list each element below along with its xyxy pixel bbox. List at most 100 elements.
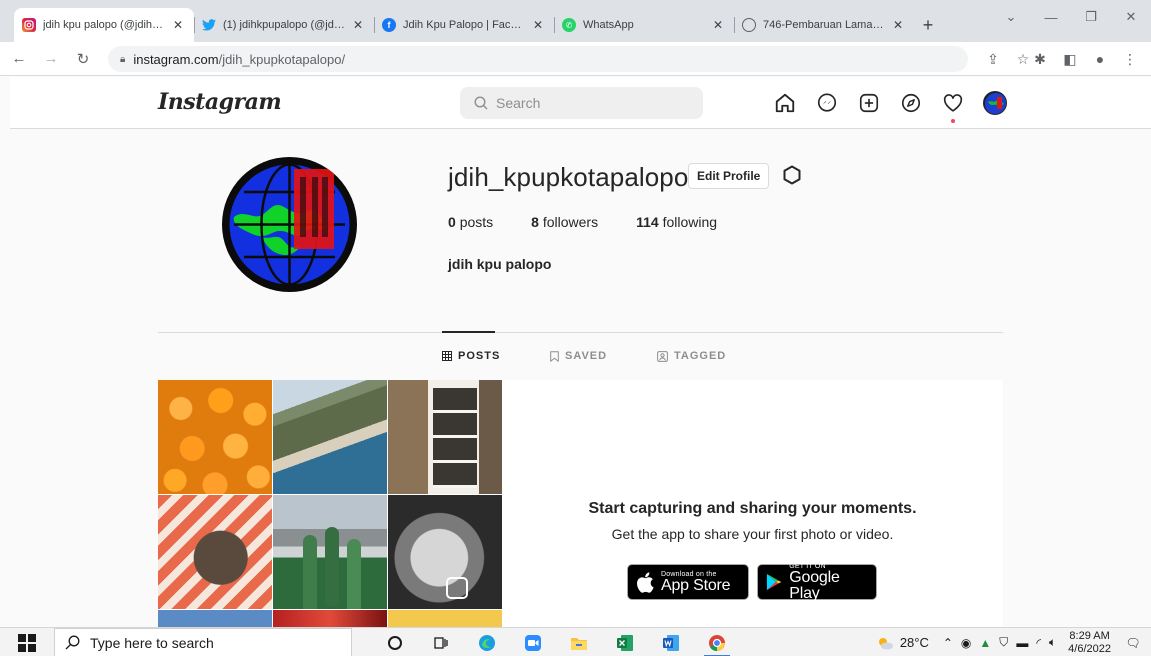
messenger-icon[interactable] xyxy=(814,90,840,116)
extensions-icon[interactable]: ✱ xyxy=(1025,51,1055,68)
tab-posts-label: POSTS xyxy=(458,350,501,362)
record-icon[interactable]: ◉ xyxy=(961,636,971,650)
following-stat[interactable]: 114 following xyxy=(636,214,717,230)
google-play-button[interactable]: GET IT ON Google Play xyxy=(757,563,877,602)
battery-icon[interactable]: ▬ xyxy=(1016,636,1028,650)
tab-title: jdih kpu palopo (@jdih_kp xyxy=(43,19,166,31)
settings-gear-icon[interactable] xyxy=(780,163,804,187)
profile-avatar-button[interactable] xyxy=(982,90,1008,116)
reload-icon[interactable]: ↻ xyxy=(70,50,96,68)
browser-tab-twitter[interactable]: (1) jdihkpupalopo (@jdihk ✕ xyxy=(194,8,374,42)
close-icon[interactable]: ✕ xyxy=(350,18,366,32)
taskbar-search[interactable]: Type here to search xyxy=(54,628,352,656)
share-icon[interactable]: ⇪ xyxy=(978,51,1008,68)
chevron-up-icon[interactable]: ⌃ xyxy=(943,636,953,650)
tab-tagged[interactable]: TAGGED xyxy=(657,350,726,362)
profile-stats: 0 posts 8 followers 114 following xyxy=(448,214,755,230)
url-host: instagram.com xyxy=(133,51,219,67)
shield-icon[interactable]: ⛉ xyxy=(999,635,1008,650)
notifications-icon[interactable]: 🗨︎ xyxy=(1121,636,1145,650)
window-controls: ⌄ — ❐ ✕ xyxy=(991,0,1151,34)
new-post-icon[interactable] xyxy=(856,90,882,116)
weather-widget[interactable]: 28°C xyxy=(876,635,929,651)
tab-title: WhatsApp xyxy=(583,19,634,31)
edge-browser-icon[interactable] xyxy=(464,628,510,656)
clock[interactable]: 8:29 AM 4/6/2022 xyxy=(1068,630,1111,656)
twitter-icon xyxy=(202,18,216,32)
browser-tab-whatsapp[interactable]: ✆ WhatsApp ✕ xyxy=(554,8,734,42)
weather-sun-icon xyxy=(878,637,893,649)
windows-start-icon[interactable] xyxy=(18,634,36,652)
back-icon[interactable]: ← xyxy=(6,50,32,67)
side-panel-icon[interactable]: ◧ xyxy=(1055,51,1085,68)
volume-icon[interactable]: 🔈︎ xyxy=(1049,635,1056,650)
browser-toolbar: ← → ↻ 🔒︎ instagram.com/jdih_kpupkotapalo… xyxy=(0,42,1151,76)
close-icon[interactable]: ✕ xyxy=(710,18,726,32)
instagram-logo[interactable]: Instagram xyxy=(158,89,282,115)
close-icon[interactable]: ✕ xyxy=(530,18,546,32)
bookmark-icon xyxy=(550,350,559,362)
cortana-icon[interactable] xyxy=(372,628,418,656)
chrome-icon[interactable] xyxy=(694,628,740,656)
active-tab-indicator xyxy=(442,331,495,333)
word-icon[interactable] xyxy=(648,628,694,656)
lock-icon[interactable]: 🔒︎ xyxy=(120,54,125,65)
apple-icon xyxy=(637,571,654,593)
task-view-icon[interactable] xyxy=(418,628,464,656)
search-input[interactable] xyxy=(496,95,676,111)
address-bar[interactable]: 🔒︎ instagram.com/jdih_kpupkotapalopo/ xyxy=(108,46,968,72)
clock-time: 8:29 AM xyxy=(1069,629,1110,642)
oranges-photo xyxy=(158,380,272,494)
profile-avatar[interactable] xyxy=(222,157,357,292)
tab-posts[interactable]: POSTS xyxy=(442,350,500,362)
taskbar-apps xyxy=(372,628,740,656)
search-icon xyxy=(65,635,80,650)
dog-photo xyxy=(158,495,272,609)
windows-taskbar: Type here to search 28°C ⌃ ◉ ▲ ⛉ ▬ ◜ 🔈︎ … xyxy=(0,627,1151,656)
tab-saved-label: SAVED xyxy=(565,350,608,362)
activity-heart-icon[interactable] xyxy=(940,90,966,123)
browser-extensions: ✱ ◧ ● ⋮ xyxy=(1025,42,1145,76)
restore-icon[interactable]: ❐ xyxy=(1071,0,1111,34)
store-badges: Download on the App Store GET IT ON Google… xyxy=(627,563,885,602)
tab-saved[interactable]: SAVED xyxy=(550,350,607,362)
instagram-navbar: Instagram xyxy=(10,77,1151,129)
app-store-big-text: App Store xyxy=(661,576,731,594)
followers-stat[interactable]: 8 followers xyxy=(531,214,598,230)
baby-photo xyxy=(388,495,502,609)
browser-tab-instagram[interactable]: jdih kpu palopo (@jdih_kp ✕ xyxy=(14,8,194,42)
tab-tagged-label: TAGGED xyxy=(674,350,727,362)
minimize-icon[interactable]: — xyxy=(1031,0,1071,34)
new-tab-button[interactable]: + xyxy=(914,8,942,42)
search-box[interactable] xyxy=(460,87,703,119)
edit-profile-button[interactable]: Edit Profile xyxy=(688,163,770,189)
close-window-icon[interactable]: ✕ xyxy=(1111,0,1151,34)
globe-icon xyxy=(742,18,756,32)
forward-icon[interactable]: → xyxy=(38,50,64,67)
zoom-icon[interactable] xyxy=(510,628,556,656)
followers-count: 8 xyxy=(531,214,539,230)
browser-tab-facebook[interactable]: f Jdih Kpu Palopo | Facebo ✕ xyxy=(374,8,554,42)
explore-compass-icon[interactable] xyxy=(898,90,924,116)
excel-icon[interactable] xyxy=(602,628,648,656)
google-play-icon xyxy=(766,573,782,591)
close-icon[interactable]: ✕ xyxy=(890,18,906,32)
close-icon[interactable]: ✕ xyxy=(170,18,186,32)
home-icon[interactable] xyxy=(772,90,798,116)
file-explorer-icon[interactable] xyxy=(556,628,602,656)
drive-icon[interactable]: ▲ xyxy=(979,636,991,650)
profile-icon[interactable]: ● xyxy=(1085,51,1115,67)
empty-state-title: Start capturing and sharing your moments… xyxy=(588,500,917,517)
wifi-icon[interactable]: ◜ xyxy=(1036,636,1041,650)
browser-tab-pembaruan[interactable]: 746-Pembaruan Laman JI ✕ xyxy=(734,8,914,42)
google-play-big-text: Google Play xyxy=(789,568,840,602)
following-label: following xyxy=(662,214,718,230)
tab-search-icon[interactable]: ⌄ xyxy=(991,0,1031,34)
clock-date: 4/6/2022 xyxy=(1068,642,1111,655)
menu-icon[interactable]: ⋮ xyxy=(1115,51,1145,68)
app-store-button[interactable]: Download on the App Store xyxy=(627,564,749,600)
profile-full-name: jdih kpu palopo xyxy=(448,256,552,272)
instagram-icon xyxy=(22,18,36,32)
tab-title: 746-Pembaruan Laman JI xyxy=(763,19,886,31)
tagged-person-icon xyxy=(657,350,668,362)
